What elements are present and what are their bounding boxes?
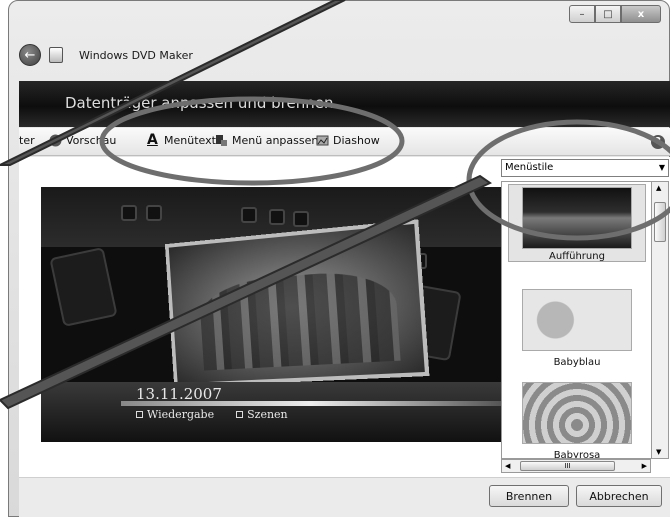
minimize-button[interactable]: – [569, 5, 595, 23]
toolbar-item-label: Diashow [333, 134, 380, 147]
menu-link-label: Szenen [247, 408, 288, 421]
stage-lamp [121, 205, 137, 221]
toolbar: ter Vorschau A Menütext Menü anpassen Di… [19, 128, 670, 156]
dropdown-value: Menüstile [505, 162, 554, 173]
maximize-button[interactable]: □ [595, 5, 621, 23]
style-item-babyrosa[interactable]: Babyrosa [508, 382, 646, 459]
dvd-maker-app-icon [49, 47, 63, 63]
toolbar-item-label: Menütext [164, 134, 216, 147]
toolbar-item-weiter[interactable]: ter [19, 134, 35, 147]
menu-link-label: Wiedergabe [147, 408, 215, 421]
menu-styles-list: Aufführung Babyblau Babyrosa [501, 181, 651, 459]
style-item-label: Babyblau [553, 357, 601, 368]
menu-preview: 13.11.2007 Wiedergabe Szenen [41, 187, 501, 442]
style-item-label: Aufführung [549, 251, 605, 262]
toolbar-item-label: Vorschau [66, 134, 117, 147]
stage-lamp [241, 207, 257, 223]
footer-bar: Brennen Abbrechen [19, 477, 670, 517]
close-button[interactable]: x [621, 5, 661, 23]
style-thumbnail [522, 187, 632, 249]
screenshot-stage: – □ x ← Windows DVD Maker Datenträger an… [0, 0, 670, 517]
horizontal-scrollbar[interactable]: ◀ III ▶ [501, 459, 651, 473]
vertical-scrollbar[interactable]: ▲ ▼ [651, 181, 669, 459]
menu-link-wiedergabe[interactable]: Wiedergabe [136, 408, 214, 421]
style-item-label: Babyrosa [553, 450, 601, 459]
page-heading: Datenträger anpassen und brennen [65, 94, 334, 112]
scroll-left-icon[interactable]: ◀ [505, 462, 510, 470]
scrollbar-thumb[interactable] [654, 202, 666, 242]
spotlight [49, 247, 118, 327]
stage-lamp [146, 205, 162, 221]
toolbar-item-label: Menü anpassen [232, 134, 319, 147]
stage-lamp [293, 211, 309, 227]
back-arrow-icon: ← [24, 47, 36, 63]
menu-styles-panel: Menüstile ▼ Aufführung Babyblau Babyrosa [501, 157, 669, 477]
menu-title-date: 13.11.2007 [136, 385, 222, 403]
slideshow-icon [316, 134, 329, 147]
back-button[interactable]: ← [19, 44, 41, 66]
toolbar-item-menu-anpassen[interactable]: Menü anpassen [215, 134, 318, 147]
toolbar-item-vorschau[interactable]: Vorschau [49, 134, 116, 147]
toolbar-item-diashow[interactable]: Diashow [316, 134, 380, 147]
stage-lamp [269, 209, 285, 225]
toolbar-item-menutext[interactable]: A Menütext [147, 132, 216, 148]
menu-links: Wiedergabe Szenen [136, 408, 288, 421]
menu-link-szenen[interactable]: Szenen [236, 408, 288, 421]
style-item-babyblau[interactable]: Babyblau [508, 289, 646, 368]
checkbox-icon [136, 411, 143, 418]
dvd-maker-window: – □ x ← Windows DVD Maker Datenträger an… [8, 0, 670, 517]
play-icon [49, 134, 62, 147]
title-bar: ← Windows DVD Maker [19, 41, 193, 69]
checkbox-icon [236, 411, 244, 418]
toolbar-item-label: ter [19, 134, 35, 147]
help-button[interactable]: ? [651, 135, 665, 149]
text-a-icon: A [147, 132, 158, 148]
scroll-down-icon[interactable]: ▼ [656, 448, 661, 456]
scrollbar-thumb[interactable]: III [520, 461, 615, 471]
screen-image [198, 267, 401, 371]
movie-screen [164, 219, 430, 388]
style-thumbnail [522, 289, 632, 351]
main-content: 13.11.2007 Wiedergabe Szenen Menüstile ▼… [19, 157, 670, 477]
cancel-button[interactable]: Abbrechen [576, 485, 662, 507]
window-title: Windows DVD Maker [79, 48, 193, 62]
chevron-down-icon: ▼ [658, 163, 665, 172]
caption-buttons: – □ x [569, 5, 661, 23]
burn-button[interactable]: Brennen [489, 485, 569, 507]
style-item-auffuehrung[interactable]: Aufführung [508, 184, 646, 262]
page-header: Datenträger anpassen und brennen [19, 81, 670, 127]
scroll-right-icon[interactable]: ▶ [642, 462, 647, 470]
style-thumbnail [522, 382, 632, 444]
paint-icon [215, 134, 228, 147]
menu-styles-dropdown[interactable]: Menüstile ▼ [501, 159, 669, 177]
scroll-up-icon[interactable]: ▲ [656, 184, 661, 192]
